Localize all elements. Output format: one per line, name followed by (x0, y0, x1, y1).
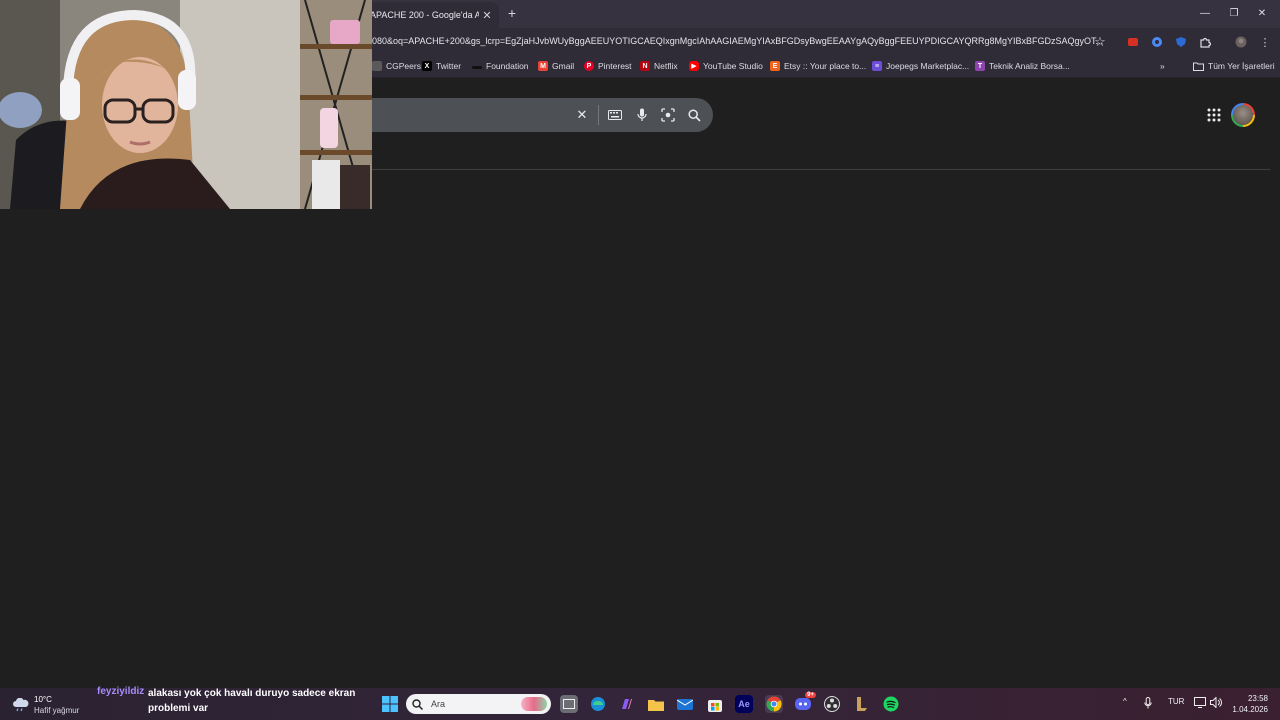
input-language[interactable]: TUR (1168, 697, 1184, 706)
bookmark-label: Twitter (436, 61, 462, 71)
bookmark-item[interactable]: P Pinterest (584, 61, 632, 71)
bookmark-item[interactable]: E Etsy :: Your place to... (770, 61, 866, 71)
edge-browser-icon[interactable] (589, 695, 607, 713)
tab-close-icon[interactable]: ✕ (479, 7, 495, 23)
taskbar-search[interactable]: Ara (406, 694, 551, 714)
keyboard-icon[interactable] (606, 106, 624, 124)
header-divider (372, 169, 1270, 170)
folder-icon (1193, 62, 1204, 71)
bookmark-label: Joepegs Marketplac... (886, 61, 970, 71)
bookmark-label: Gmail (552, 61, 575, 71)
chat-message: alakası yok çok havalı duruyo sadece ekr… (148, 688, 356, 714)
chrome-icon[interactable] (765, 695, 783, 713)
after-effects-icon[interactable]: Ae (735, 695, 753, 713)
browser-menu-icon[interactable]: ⋮ (1257, 34, 1273, 50)
volume-icon[interactable] (1210, 697, 1222, 708)
bookmark-label: YouTube Studio (703, 61, 763, 71)
system-clock[interactable]: 23:58 1.04.2026 (1230, 693, 1268, 715)
etsy-icon: E (770, 61, 780, 71)
pinterest-icon: P (584, 61, 594, 71)
bookmark-item[interactable]: T Teknik Analiz Borsa... (975, 61, 1070, 71)
task-view-icon[interactable] (560, 695, 578, 713)
bookmark-item[interactable]: Foundation (472, 61, 529, 71)
search-icon[interactable] (685, 106, 703, 124)
extension-red-icon[interactable] (1125, 34, 1141, 50)
x-logo-icon: X (422, 61, 432, 71)
bookmark-label: CGPeers (386, 61, 421, 71)
browser-tab[interactable]: APACHE 200 - Google'da Ara ✕ (364, 2, 499, 28)
youtube-icon: ▶ (689, 61, 699, 71)
bookmark-item[interactable]: X Twitter (422, 61, 461, 71)
file-explorer-icon[interactable] (647, 695, 665, 713)
extension-shield-icon[interactable] (1173, 34, 1189, 50)
extension-blue-icon[interactable] (1149, 34, 1165, 50)
clock-time: 23:58 (1247, 694, 1268, 703)
address-bar-url[interactable]: 080&oq=APACHE+200&gs_lcrp=EgZjaHJvbWUyBg… (372, 36, 1103, 46)
taskbar-search-placeholder: Ara (431, 699, 446, 709)
hidden-icons-chevron-icon[interactable]: ^ (1123, 697, 1127, 706)
bookmark-star-icon[interactable]: ☆ (1092, 34, 1108, 50)
joepegs-icon: ≡ (872, 61, 882, 71)
weather-description: Hafif yağmur (34, 706, 80, 715)
bookmark-label: Netflix (654, 61, 678, 71)
clear-search-icon[interactable]: ✕ (573, 106, 591, 124)
clock-date: 1.04.2026 (1232, 705, 1268, 714)
bookmark-label: Teknik Analiz Borsa... (989, 61, 1070, 71)
weather-widget[interactable]: 10°C Hafif yağmur (12, 694, 79, 716)
gmail-icon: M (538, 61, 548, 71)
profile-avatar-icon[interactable] (1233, 34, 1249, 50)
extensions-puzzle-icon[interactable] (1197, 34, 1213, 50)
voice-search-icon[interactable] (633, 106, 651, 124)
search-highlight-icon (521, 697, 547, 711)
taskbar-search-icon (412, 698, 423, 710)
new-tab-icon[interactable]: + (504, 5, 520, 21)
obs-icon[interactable] (823, 695, 841, 713)
chat-username: feyziyildiz (97, 686, 145, 697)
microphone-icon[interactable] (1144, 697, 1152, 709)
bookmark-item[interactable]: ▶ YouTube Studio (689, 61, 763, 71)
lens-search-icon[interactable] (659, 106, 677, 124)
discord-badge: 9+ (805, 692, 816, 698)
mail-icon[interactable] (676, 695, 694, 713)
league-client-icon[interactable] (853, 695, 871, 713)
bookmark-item[interactable]: M Gmail (538, 61, 574, 71)
weather-temperature: 10°C (34, 695, 52, 704)
microsoft-store-icon[interactable] (706, 695, 724, 713)
minimize-icon[interactable]: — (1196, 5, 1214, 21)
all-bookmarks-button[interactable]: Tüm Yer İşaretleri (1193, 61, 1275, 71)
rain-cloud-icon (13, 698, 29, 712)
copilot-icon[interactable] (618, 695, 636, 713)
foundation-icon (472, 65, 482, 69)
webcam-overlay (0, 0, 372, 209)
window-close-icon[interactable]: ✕ (1253, 5, 1271, 21)
bookmark-label: Foundation (486, 61, 529, 71)
discord-icon[interactable]: 9+ (794, 692, 816, 713)
windows-start-icon[interactable] (381, 695, 399, 713)
restore-icon[interactable]: ❐ (1225, 5, 1243, 21)
bookmarks-overflow-icon[interactable]: » (1160, 61, 1165, 71)
google-apps-icon[interactable] (1206, 107, 1222, 123)
google-account-avatar[interactable] (1231, 103, 1255, 127)
search-divider (598, 105, 599, 125)
tab-title: APACHE 200 - Google'da Ara (370, 10, 479, 20)
network-display-icon[interactable] (1194, 697, 1206, 708)
cgpeers-icon (372, 61, 382, 71)
all-bookmarks-label: Tüm Yer İşaretleri (1208, 61, 1275, 71)
bookmark-label: Etsy :: Your place to... (784, 61, 867, 71)
webcam-video-frame (0, 0, 372, 209)
teknik-analiz-icon: T (975, 61, 985, 71)
netflix-icon: N (640, 61, 650, 71)
bookmark-item[interactable]: N Netflix (640, 61, 678, 71)
bookmark-label: Pinterest (598, 61, 632, 71)
bookmark-item[interactable]: ≡ Joepegs Marketplac... (872, 61, 969, 71)
bookmark-item[interactable]: CGPeers (372, 61, 421, 71)
spotify-icon[interactable] (882, 695, 900, 713)
